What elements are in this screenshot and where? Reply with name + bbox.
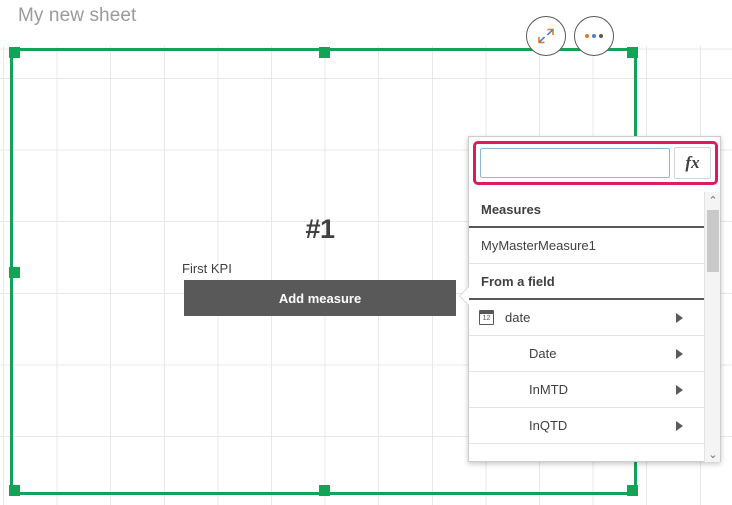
chevron-right-icon <box>676 349 683 359</box>
scroll-up-icon[interactable]: ⌃ <box>705 192 721 208</box>
list-section-header-from-a-field: From a field <box>469 264 705 300</box>
list-item[interactable]: InMTD <box>469 372 705 408</box>
calendar-icon: 12 <box>479 310 494 325</box>
popover-scrollbar[interactable]: ⌃ ⌄ <box>704 192 720 462</box>
popover-pointer-arrow <box>460 287 469 305</box>
page-title: My new sheet <box>18 5 136 27</box>
chevron-right-icon <box>676 421 683 431</box>
chevron-right-icon <box>676 313 683 323</box>
list-item-label: MyMasterMeasure1 <box>481 238 705 253</box>
list-item-label: date <box>505 310 676 325</box>
scrollbar-thumb[interactable] <box>707 210 719 272</box>
kpi-title-label: First KPI <box>182 261 232 276</box>
chevron-right-icon <box>676 385 683 395</box>
list-item-label: InMTD <box>529 382 676 397</box>
expression-editor-button[interactable]: fx <box>674 147 711 179</box>
ellipsis-icon <box>585 34 603 38</box>
list-section-header-measures: Measures <box>469 192 705 228</box>
scroll-down-icon[interactable]: ⌄ <box>705 446 721 462</box>
measure-search-row: fx <box>473 141 718 185</box>
kpi-value: #1 <box>184 214 456 245</box>
measure-list[interactable]: Measures MyMasterMeasure1 From a field 1… <box>469 192 705 462</box>
more-options-button[interactable] <box>574 16 614 56</box>
fullscreen-button[interactable] <box>526 16 566 56</box>
measure-search-input[interactable] <box>480 148 670 178</box>
list-item[interactable]: 12 date <box>469 300 705 336</box>
list-item-label: InQTD <box>529 418 676 433</box>
measure-picker-popover: fx Measures MyMasterMeasure1 From a fiel… <box>468 136 721 462</box>
list-item-label: Date <box>529 346 676 361</box>
list-item[interactable]: MyMasterMeasure1 <box>469 228 705 264</box>
list-item[interactable]: InQTD <box>469 408 705 444</box>
expand-arrows-icon <box>537 27 555 45</box>
list-item[interactable]: Date <box>469 336 705 372</box>
add-measure-button[interactable]: Add measure <box>184 280 456 316</box>
